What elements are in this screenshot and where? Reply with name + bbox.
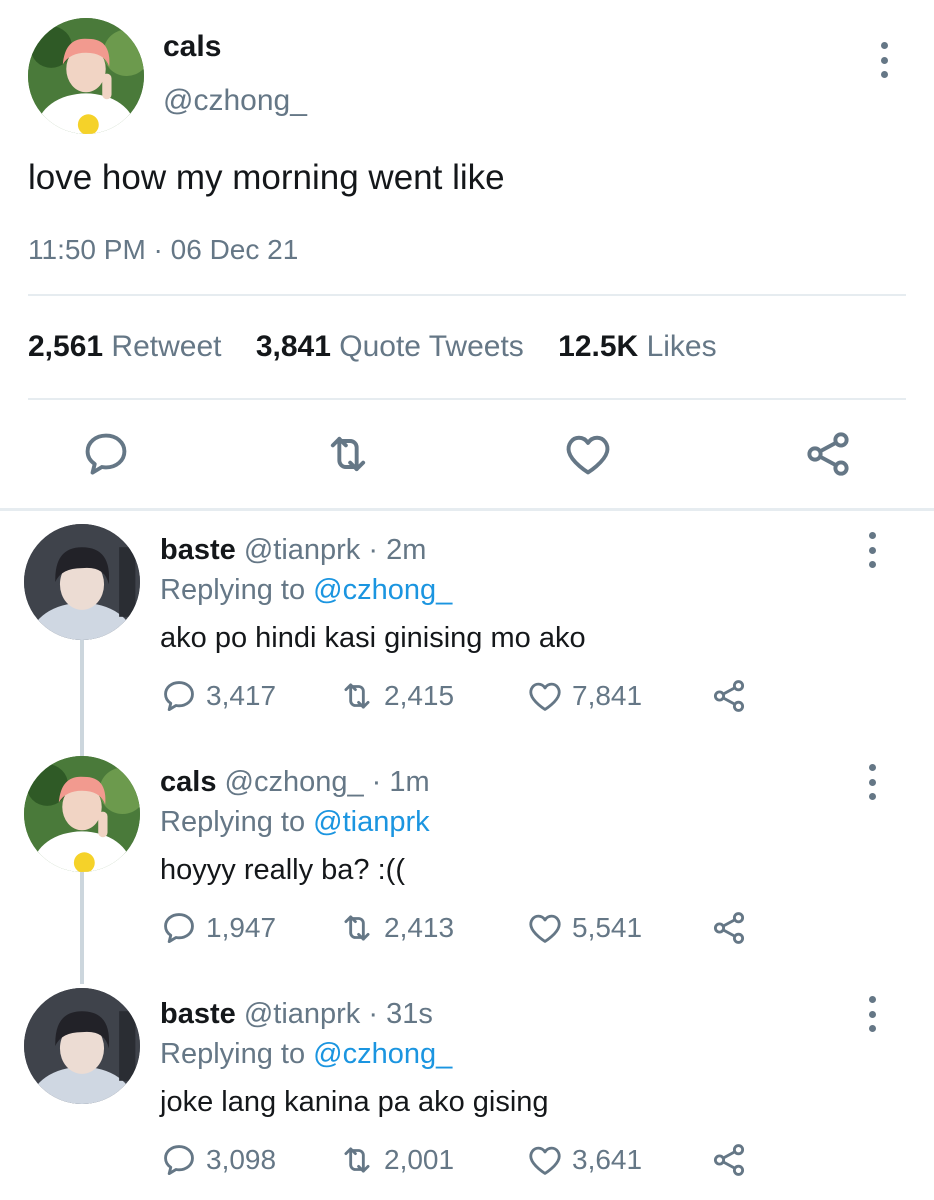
like-button[interactable]: 5,541 [526, 908, 642, 948]
divider [28, 294, 906, 296]
reply-time: · 31s [368, 998, 433, 1030]
divider [28, 398, 906, 400]
share-icon [713, 680, 745, 712]
retweet-button[interactable]: 2,413 [338, 908, 454, 948]
likes-stat[interactable]: 12.5K Likes [558, 330, 716, 363]
handle[interactable]: @tianprk [244, 534, 360, 566]
share-button[interactable] [710, 908, 756, 948]
handle[interactable]: @tianprk [244, 998, 360, 1030]
share-button[interactable] [710, 1140, 756, 1180]
more-options-icon[interactable] [866, 764, 878, 800]
retweets-stat[interactable]: 2,561 Retweet [28, 330, 221, 363]
reply-actions: 3,417 2,415 7,841 [160, 676, 800, 716]
tweet-actions [0, 428, 934, 484]
retweet-icon [344, 683, 370, 709]
retweet-button[interactable]: 2,415 [338, 676, 454, 716]
reply-actions: 1,947 2,413 5,541 [160, 908, 800, 948]
replying-to: Replying to @tianprk [160, 806, 430, 838]
tweet-timestamp: 11:50 PM · 06 Dec 21 [28, 234, 299, 265]
reply-text: ako po hindi kasi ginising mo ako [160, 622, 586, 654]
retweet-icon[interactable] [322, 428, 374, 480]
reply-text: joke lang kanina pa ako gising [160, 1086, 549, 1118]
reply-actions: 3,098 2,001 3,641 [160, 1140, 800, 1180]
mention-link[interactable]: @tianprk [313, 806, 429, 838]
share-button[interactable] [710, 676, 756, 716]
more-options-icon[interactable] [866, 532, 878, 568]
share-icon [713, 912, 745, 944]
like-icon [529, 682, 561, 711]
reply-header: baste @tianprk · 2m [160, 534, 426, 567]
avatar[interactable] [24, 988, 140, 1104]
mention-link[interactable]: @czhong_ [313, 574, 452, 606]
reply-button[interactable]: 3,417 [160, 676, 276, 716]
thread-connector [80, 872, 84, 984]
like-button[interactable]: 3,641 [526, 1140, 642, 1180]
reply-icon [164, 681, 194, 712]
divider [0, 508, 934, 511]
retweet-icon [344, 1147, 370, 1173]
share-icon[interactable] [802, 428, 854, 480]
reply-button[interactable]: 3,098 [160, 1140, 276, 1180]
avatar[interactable] [24, 756, 140, 872]
avatar[interactable] [28, 18, 144, 134]
replying-to: Replying to @czhong_ [160, 574, 453, 606]
reply-time: · 1m [371, 766, 430, 798]
display-name[interactable]: baste [160, 534, 236, 566]
avatar[interactable] [24, 524, 140, 640]
reply-icon [164, 1145, 194, 1176]
like-icon [529, 914, 561, 943]
like-icon [529, 1146, 561, 1175]
reply-time: · 2m [368, 534, 427, 566]
more-options-icon[interactable] [866, 996, 878, 1032]
retweet-icon [344, 915, 370, 941]
reply-icon[interactable] [80, 428, 132, 480]
avatar-photo [24, 524, 140, 640]
display-name[interactable]: baste [160, 998, 236, 1030]
like-icon[interactable] [562, 428, 614, 480]
reply-icon [164, 913, 194, 944]
more-options-icon[interactable] [878, 42, 890, 78]
avatar-photo [28, 18, 144, 134]
reply-header: cals @czhong_ · 1m [160, 766, 430, 799]
mention-link[interactable]: @czhong_ [313, 1038, 452, 1070]
handle[interactable]: @czhong_ [163, 84, 307, 118]
reply-header: baste @tianprk · 31s [160, 998, 433, 1031]
like-button[interactable]: 7,841 [526, 676, 642, 716]
main-tweet: cals @czhong_ love how my morning went l… [0, 0, 934, 510]
avatar-photo [24, 756, 140, 872]
handle[interactable]: @czhong_ [225, 766, 364, 798]
reply-text: hoyyy really ba? :(( [160, 854, 405, 886]
thread-connector [80, 638, 84, 756]
share-icon [713, 1144, 745, 1176]
tweet-stats: 2,561 Retweet 3,841 Quote Tweets 12.5K L… [28, 330, 743, 364]
avatar-photo [24, 988, 140, 1104]
quotes-stat[interactable]: 3,841 Quote Tweets [256, 330, 524, 363]
retweet-button[interactable]: 2,001 [338, 1140, 454, 1180]
display-name[interactable]: cals [160, 766, 216, 798]
tweet-text: love how my morning went like [28, 158, 505, 197]
replying-to: Replying to @czhong_ [160, 1038, 453, 1070]
display-name[interactable]: cals [163, 30, 221, 64]
reply-button[interactable]: 1,947 [160, 908, 276, 948]
